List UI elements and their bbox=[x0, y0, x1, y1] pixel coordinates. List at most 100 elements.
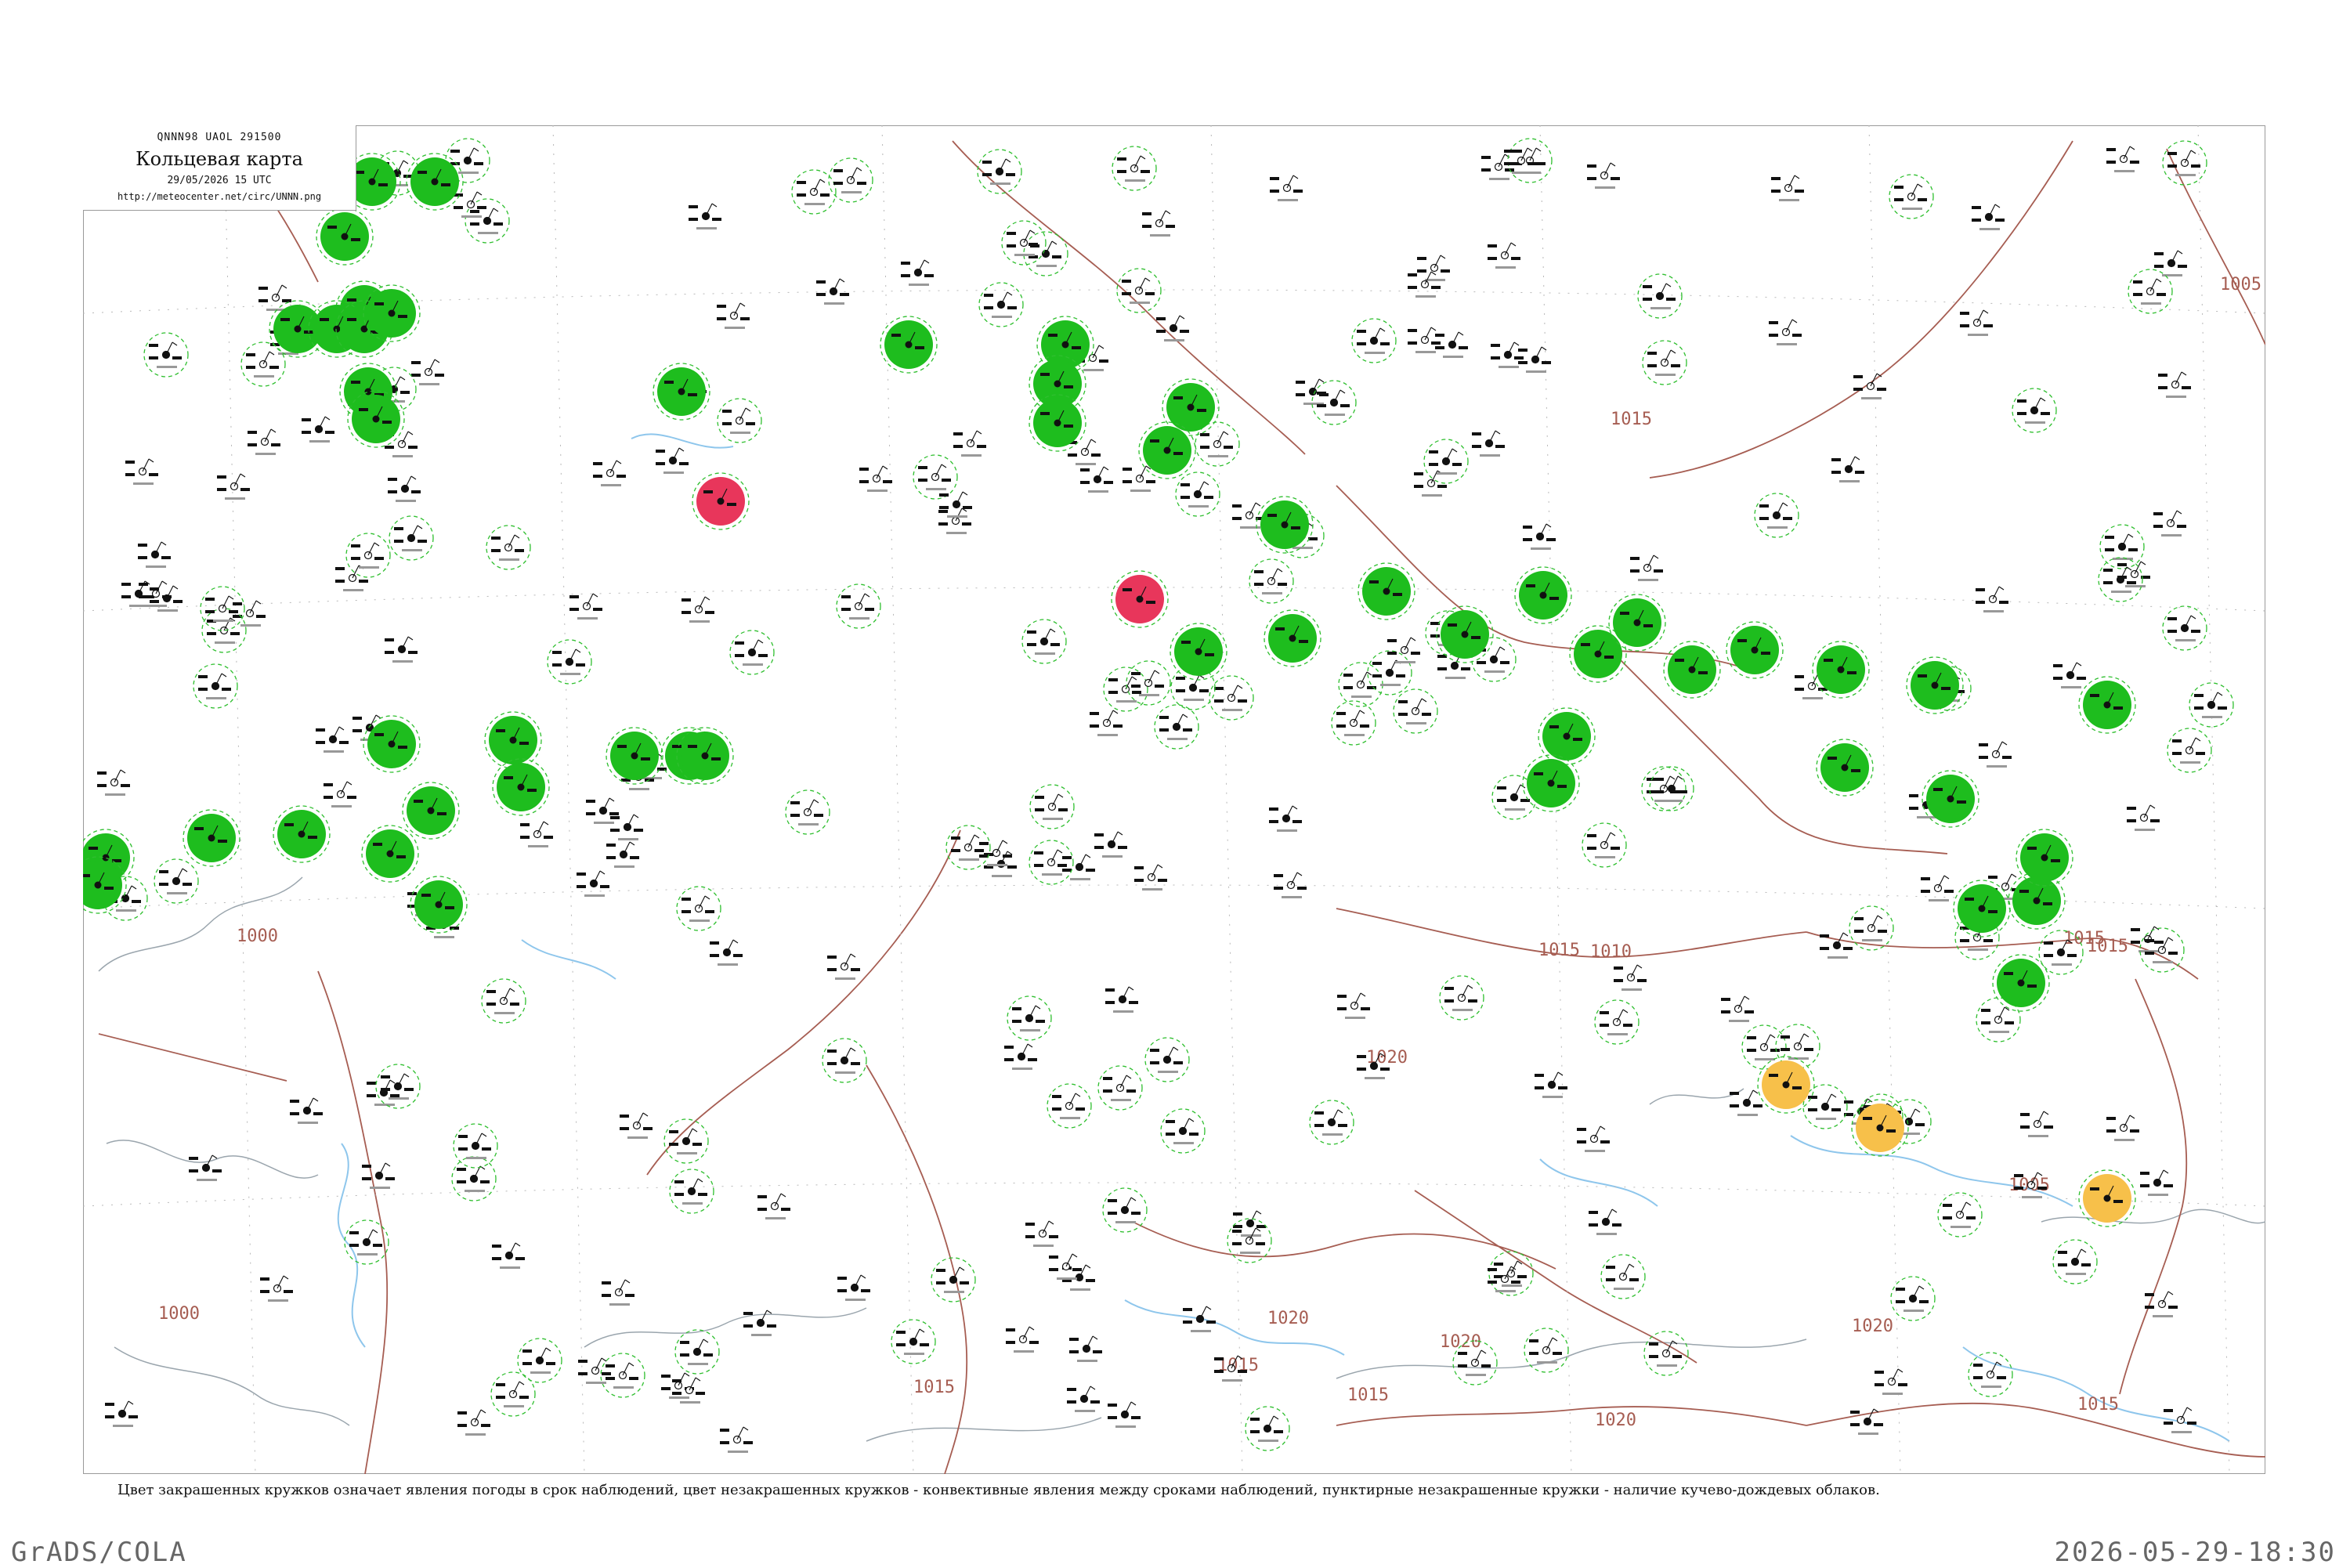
station-model[interactable] bbox=[1367, 650, 1412, 695]
station-model[interactable] bbox=[1850, 1408, 1883, 1435]
rain-weather-circle[interactable] bbox=[183, 809, 240, 867]
station-model[interactable] bbox=[2153, 510, 2186, 537]
rain-weather-circle[interactable] bbox=[1522, 754, 1580, 812]
station-model[interactable] bbox=[411, 359, 444, 385]
dust-weather-circle[interactable] bbox=[1757, 1056, 1815, 1114]
station-model[interactable] bbox=[938, 508, 971, 534]
rain-weather-circle[interactable] bbox=[2016, 829, 2073, 887]
rain-weather-circle[interactable] bbox=[1436, 605, 1494, 663]
station-model[interactable] bbox=[836, 583, 881, 629]
rain-weather-circle[interactable] bbox=[1170, 623, 1227, 681]
station-model[interactable] bbox=[602, 1279, 634, 1306]
station-model[interactable] bbox=[1754, 493, 1799, 538]
station-model[interactable] bbox=[1097, 1065, 1143, 1111]
station-model[interactable] bbox=[2038, 930, 2084, 975]
station-model[interactable] bbox=[593, 460, 626, 486]
station-model[interactable] bbox=[1123, 465, 1155, 492]
station-model[interactable] bbox=[1524, 1328, 1569, 1373]
station-model[interactable] bbox=[233, 600, 266, 627]
station-model[interactable] bbox=[1769, 319, 1802, 345]
station-model[interactable] bbox=[2106, 146, 2139, 172]
station-model[interactable] bbox=[517, 1338, 562, 1383]
station-model[interactable] bbox=[1233, 1210, 1266, 1237]
thunder-weather-circle[interactable] bbox=[1111, 570, 1169, 628]
station-model[interactable] bbox=[138, 541, 171, 568]
station-model[interactable] bbox=[710, 939, 743, 966]
station-model[interactable] bbox=[913, 454, 958, 500]
station-model[interactable] bbox=[1160, 1108, 1206, 1154]
station-model[interactable] bbox=[586, 797, 619, 824]
station-model[interactable] bbox=[451, 1156, 497, 1201]
station-model[interactable] bbox=[1274, 872, 1307, 898]
station-model[interactable] bbox=[674, 1329, 720, 1375]
station-model[interactable] bbox=[1047, 1083, 1092, 1129]
station-model[interactable] bbox=[1802, 1084, 1848, 1129]
station-model[interactable] bbox=[1587, 162, 1620, 189]
rain-weather-circle[interactable] bbox=[1358, 562, 1415, 620]
station-model[interactable] bbox=[454, 191, 486, 218]
station-model[interactable] bbox=[1021, 619, 1067, 664]
station-model[interactable] bbox=[200, 586, 245, 631]
station-model[interactable] bbox=[1968, 1352, 2013, 1397]
station-model[interactable] bbox=[1921, 875, 1954, 901]
station-model[interactable] bbox=[1134, 864, 1167, 891]
station-model[interactable] bbox=[606, 841, 639, 868]
station-model[interactable] bbox=[1979, 741, 2012, 768]
station-model[interactable] bbox=[1820, 932, 1853, 959]
station-model[interactable] bbox=[661, 1372, 694, 1399]
station-model[interactable] bbox=[978, 282, 1024, 327]
source-url[interactable]: http://meteocenter.net/circ/UNNN.png bbox=[83, 191, 356, 202]
station-model[interactable] bbox=[453, 1123, 498, 1169]
station-model[interactable] bbox=[1853, 373, 1886, 399]
rain-weather-circle[interactable] bbox=[2078, 676, 2136, 734]
station-model[interactable] bbox=[2140, 1169, 2173, 1196]
station-model[interactable] bbox=[1209, 675, 1254, 721]
rain-weather-circle[interactable] bbox=[1726, 621, 1784, 679]
station-model[interactable] bbox=[1488, 1266, 1520, 1292]
station-model[interactable] bbox=[1102, 1187, 1148, 1233]
station-model[interactable] bbox=[388, 475, 421, 502]
station-model[interactable] bbox=[547, 639, 592, 685]
station-model[interactable] bbox=[1889, 174, 1934, 219]
station-model[interactable] bbox=[859, 465, 892, 492]
rain-weather-circle[interactable] bbox=[1608, 594, 1666, 652]
station-model[interactable] bbox=[258, 284, 291, 311]
rain-weather-circle[interactable] bbox=[653, 363, 710, 421]
station-model[interactable] bbox=[1351, 318, 1397, 363]
station-model[interactable] bbox=[193, 663, 238, 709]
station-model[interactable] bbox=[1006, 1326, 1039, 1353]
rain-weather-circle[interactable] bbox=[484, 711, 542, 769]
dust-weather-circle[interactable] bbox=[2078, 1169, 2136, 1227]
station-model[interactable] bbox=[324, 781, 356, 807]
station-model[interactable] bbox=[1309, 1100, 1354, 1145]
station-model[interactable] bbox=[2099, 524, 2145, 569]
station-model[interactable] bbox=[717, 398, 762, 443]
rain-weather-circle[interactable] bbox=[1992, 954, 2050, 1012]
station-model[interactable] bbox=[1491, 341, 1524, 368]
station-model[interactable] bbox=[2164, 1407, 2196, 1433]
station-model[interactable] bbox=[1649, 766, 1694, 811]
station-model[interactable] bbox=[953, 430, 986, 457]
station-model[interactable] bbox=[1025, 1220, 1058, 1247]
station-model[interactable] bbox=[481, 978, 526, 1024]
station-model[interactable] bbox=[1614, 964, 1647, 991]
station-model[interactable] bbox=[375, 1064, 421, 1109]
station-model[interactable] bbox=[2053, 662, 2086, 688]
station-model[interactable] bbox=[827, 953, 860, 980]
station-model[interactable] bbox=[1007, 995, 1052, 1041]
station-model[interactable] bbox=[1488, 1251, 1534, 1296]
station-model[interactable] bbox=[1630, 555, 1663, 581]
station-model[interactable] bbox=[1144, 1037, 1190, 1082]
station-model[interactable] bbox=[720, 1426, 753, 1453]
rain-weather-circle[interactable] bbox=[410, 876, 468, 934]
rain-weather-circle[interactable] bbox=[1953, 880, 2011, 938]
station-model[interactable] bbox=[1641, 766, 1687, 811]
station-model[interactable] bbox=[931, 1257, 976, 1302]
station-model[interactable] bbox=[1142, 210, 1175, 237]
rain-weather-circle[interactable] bbox=[1663, 641, 1721, 699]
rain-weather-circle[interactable] bbox=[1812, 641, 1870, 699]
station-model[interactable] bbox=[1175, 471, 1220, 517]
rain-weather-circle[interactable] bbox=[273, 805, 331, 863]
station-model[interactable] bbox=[1393, 688, 1438, 734]
station-model[interactable] bbox=[2158, 371, 2191, 398]
